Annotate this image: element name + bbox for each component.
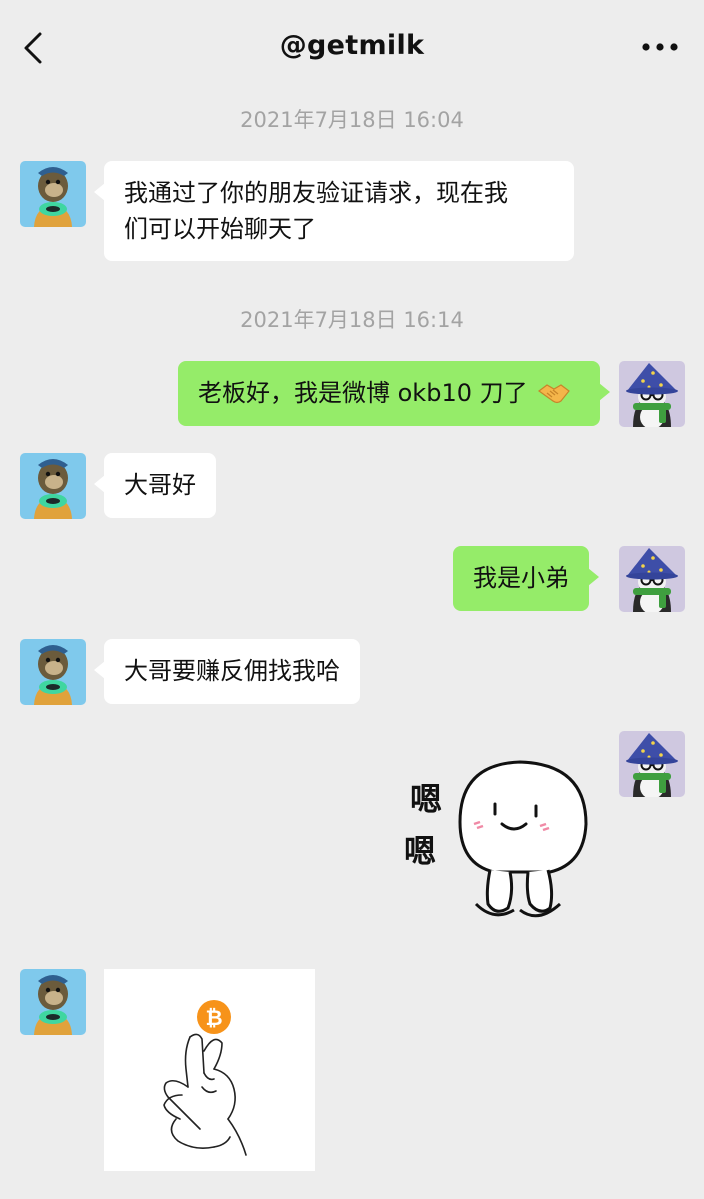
- more-dots-icon: [642, 43, 678, 51]
- sticker-message[interactable]: 嗯 嗯: [398, 752, 598, 928]
- bitcoin-symbol: ₿: [205, 1006, 222, 1030]
- message-bubble-sent[interactable]: 我是小弟: [453, 546, 599, 611]
- nav-bar: @getmilk: [0, 0, 704, 96]
- wizard-penguin-avatar-icon: [619, 546, 685, 612]
- bitcoin-finger-heart-image: ₿: [163, 1000, 247, 1156]
- contact-avatar[interactable]: [20, 969, 86, 1035]
- image-message[interactable]: ₿: [104, 969, 315, 1171]
- ape-avatar-icon: [20, 161, 86, 227]
- wizard-penguin-avatar-icon: [619, 361, 685, 427]
- message-text: 老板好，我是微博 okb10 刀了: [198, 379, 528, 407]
- chat-title: @getmilk: [279, 30, 425, 61]
- handshake-icon: [537, 379, 571, 417]
- ape-avatar-icon: [20, 453, 86, 519]
- message-bubble-received[interactable]: 大哥好: [94, 453, 216, 518]
- message-text-line: 我通过了你的朋友验证请求，现在我: [124, 179, 508, 207]
- contact-avatar[interactable]: [20, 639, 86, 705]
- message-text: 大哥好: [124, 471, 196, 499]
- timestamp: 2021年7月18日 16:04: [240, 108, 464, 132]
- wizard-penguin-avatar-icon: [619, 731, 685, 797]
- timestamp: 2021年7月18日 16:14: [240, 308, 464, 332]
- message-bubble-sent[interactable]: 老板好，我是微博 okb10 刀了: [178, 361, 610, 426]
- finger-heart-hand-icon: [163, 1033, 247, 1156]
- ape-avatar-icon: [20, 639, 86, 705]
- my-avatar[interactable]: [619, 546, 685, 612]
- ape-avatar-icon: [20, 969, 86, 1035]
- my-avatar[interactable]: [619, 731, 685, 797]
- message-text: 大哥要赚反佣找我哈: [124, 657, 340, 685]
- message-text: 我是小弟: [473, 564, 569, 592]
- message-bubble-received[interactable]: 大哥要赚反佣找我哈: [94, 639, 360, 704]
- smiling-blob-sticker-icon: [458, 760, 588, 918]
- contact-avatar[interactable]: [20, 161, 86, 227]
- my-avatar[interactable]: [619, 361, 685, 427]
- message-text-line: 们可以开始聊天了: [124, 215, 316, 243]
- contact-avatar[interactable]: [20, 453, 86, 519]
- message-bubble-received[interactable]: 我通过了你的朋友验证请求，现在我 们可以开始聊天了: [94, 161, 574, 261]
- more-button[interactable]: [638, 30, 682, 64]
